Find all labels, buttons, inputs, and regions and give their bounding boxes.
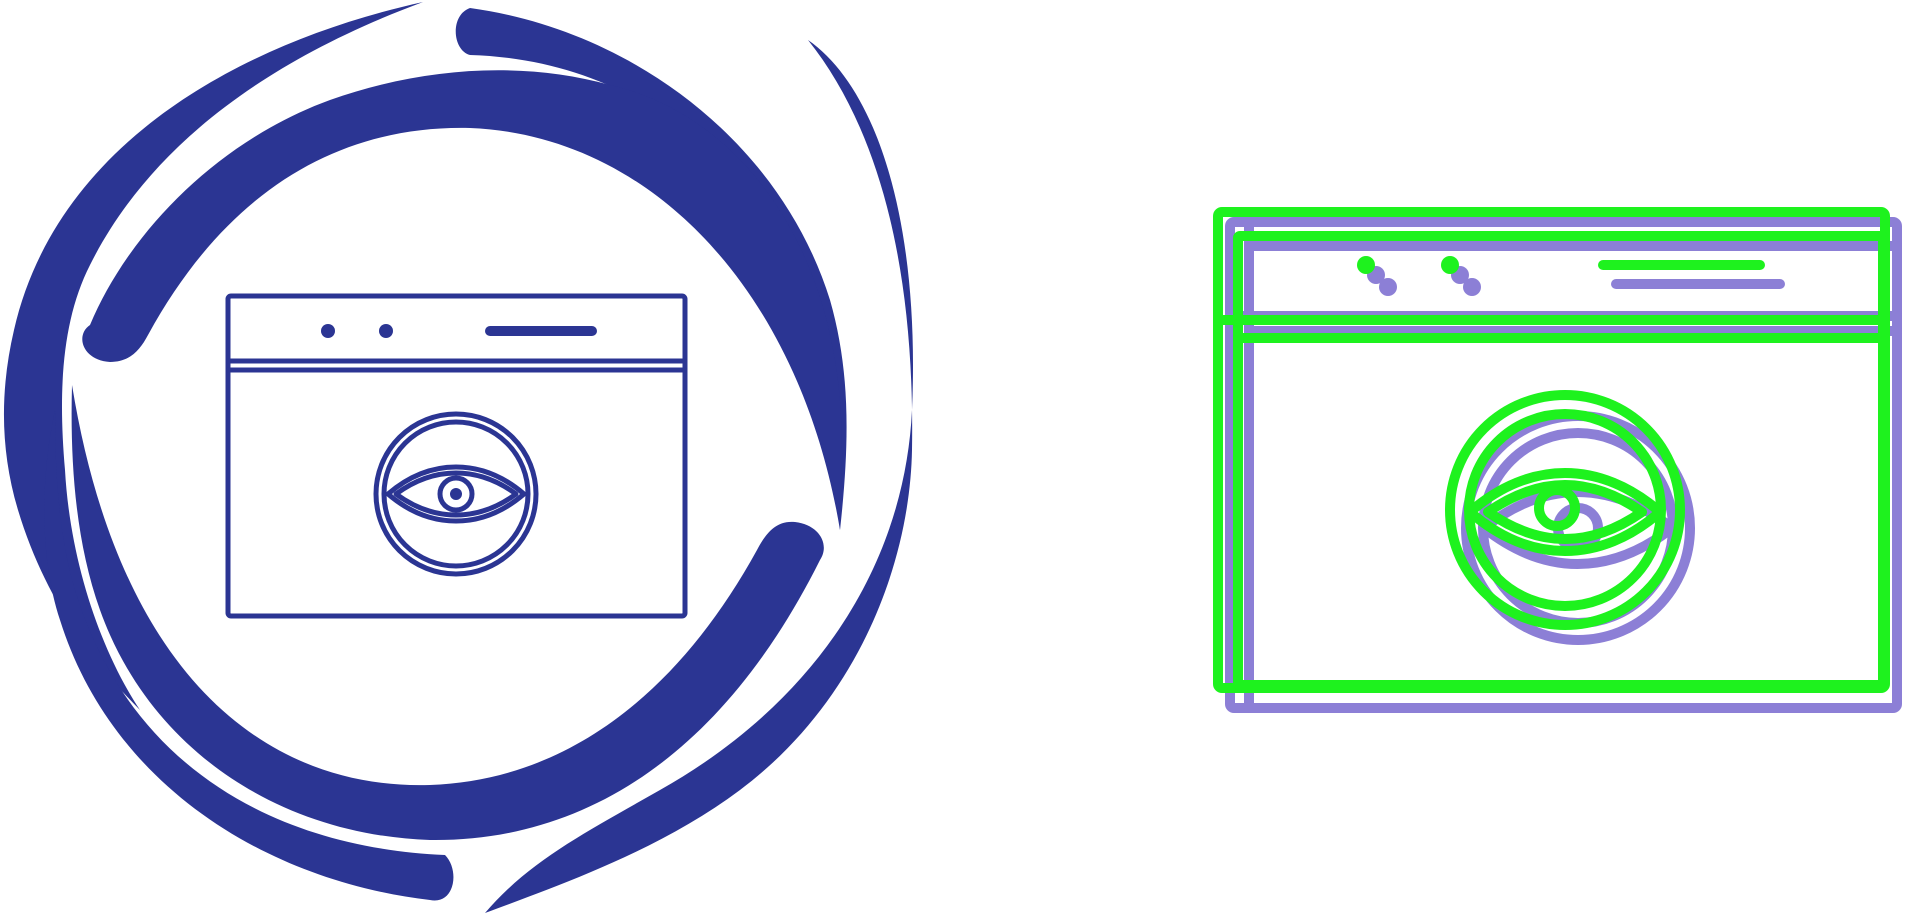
- web-monitoring-glyph-icon: [3, 2, 914, 913]
- icon-sheet: [0, 0, 1920, 913]
- shadow-dots: [1367, 266, 1481, 296]
- shadow-layer: [1225, 217, 1902, 713]
- icon-canvas: [3, 2, 1902, 913]
- circular-arrows-icon: [3, 2, 914, 913]
- eye-pupil: [450, 488, 462, 500]
- window-control-dots: [321, 324, 597, 338]
- web-monitoring-duotone-icon: [1213, 207, 1902, 713]
- window-control-dots: [1357, 256, 1459, 274]
